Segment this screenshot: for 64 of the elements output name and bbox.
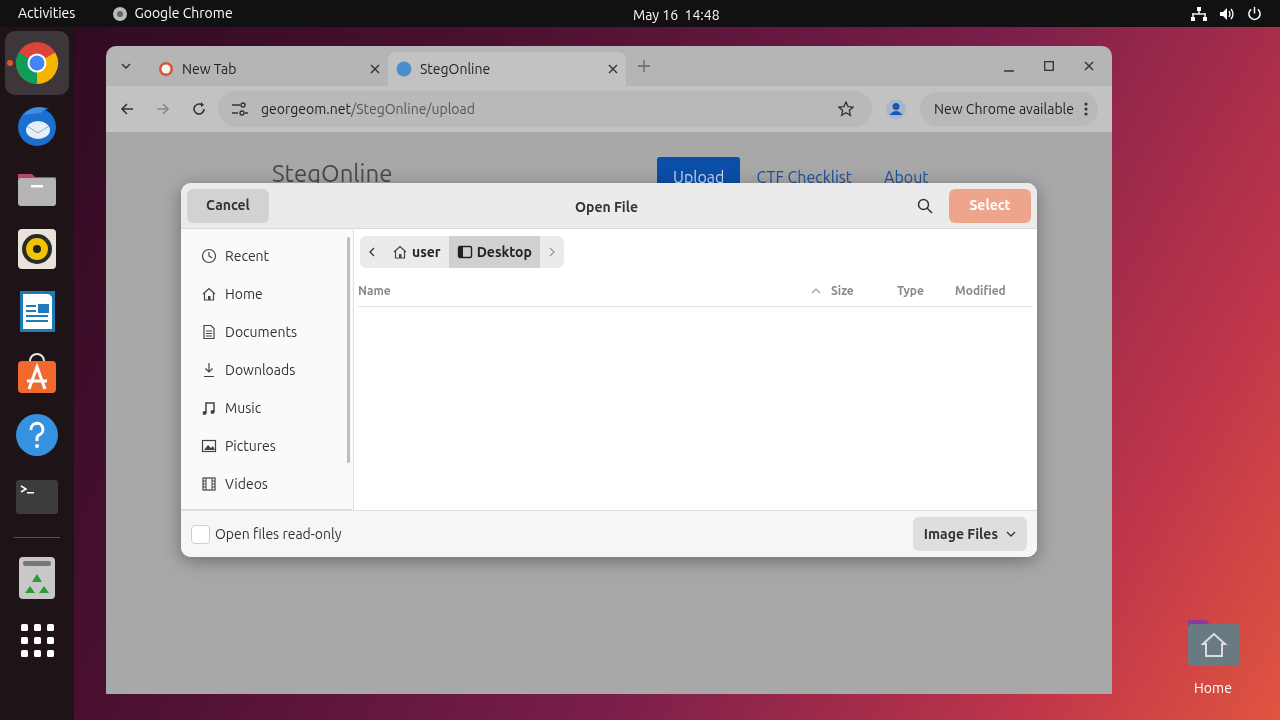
address-bar[interactable]: georgeom.net/StegOnline/upload [218,91,873,127]
browser-tab[interactable]: New Tab [150,52,388,86]
network-icon [1191,6,1207,21]
home-label[interactable]: Home [1194,678,1232,699]
path-button[interactable]: Desktop [448,236,540,268]
chevron-right-icon [548,247,555,257]
more-options-icon [1084,102,1088,116]
browser-icon[interactable] [15,41,59,85]
places-item[interactable]: Videos [189,465,345,503]
power-icon [1247,6,1262,21]
close-icon[interactable] [1084,61,1094,71]
places-item[interactable]: Downloads [189,351,345,389]
volume-icon [1219,6,1235,21]
back-icon[interactable] [120,102,134,116]
app-icon [112,5,129,22]
app-name[interactable]: Google Chrome [134,3,233,24]
film-icon [201,476,217,492]
desktop-icon [456,244,473,260]
site-title[interactable]: StegOnline [272,162,393,186]
document-icon [201,324,217,340]
tab-title: StegOnline [420,59,492,79]
file-type-dropdown[interactable]: Image Files [912,517,1027,551]
places-item[interactable]: Pictures [189,427,345,465]
image-icon [201,438,217,454]
home-icon [392,244,408,260]
home-icon [201,286,217,302]
places-item[interactable]: Home [189,275,345,313]
checkbox[interactable] [191,524,210,544]
music-note-icon [201,400,217,416]
profile-icon[interactable] [886,99,907,119]
dialog-title: Open File [575,198,639,217]
tab-search-caret-icon[interactable] [120,62,132,70]
close-icon[interactable] [370,64,380,74]
speaker-icon[interactable] [15,227,59,271]
checkbox-label[interactable]: Open files read-only [215,523,342,545]
caret-icon [1006,531,1016,537]
activities-button[interactable]: Activities [18,3,76,24]
search-icon[interactable] [917,197,933,214]
shopping-bag-icon[interactable] [15,351,59,395]
clock-icon [201,248,217,264]
url-text: georgeom.net/StegOnline/upload [261,99,476,119]
tab-title: New Tab [182,59,238,79]
sort-ascending-icon [811,287,821,294]
browser-tab[interactable]: StegOnline [388,52,626,86]
places-item[interactable]: Music [189,389,345,427]
star-icon[interactable] [838,101,855,117]
maximize-icon[interactable] [1044,61,1054,71]
column-header[interactable]: Modified [955,281,1033,300]
new-tab-icon[interactable] [638,60,650,72]
update-button[interactable]: New Chrome available [920,92,1098,126]
places-item[interactable]: Documents [189,313,345,351]
clock[interactable]: May 16 14:48 [633,5,720,26]
download-icon [201,362,217,378]
close-icon[interactable] [608,64,618,74]
chevron-left-icon [369,247,375,257]
reload-icon[interactable] [192,102,206,116]
scrollbar[interactable] [347,237,350,463]
site-settings-icon [232,102,248,116]
places-item[interactable]: Recent [189,237,345,275]
dock-item-highlight[interactable] [5,31,69,95]
cancel-button[interactable]: Cancel [187,188,269,223]
globe-icon [396,61,412,77]
help-icon[interactable] [15,413,59,457]
column-header[interactable]: Name [358,281,833,300]
